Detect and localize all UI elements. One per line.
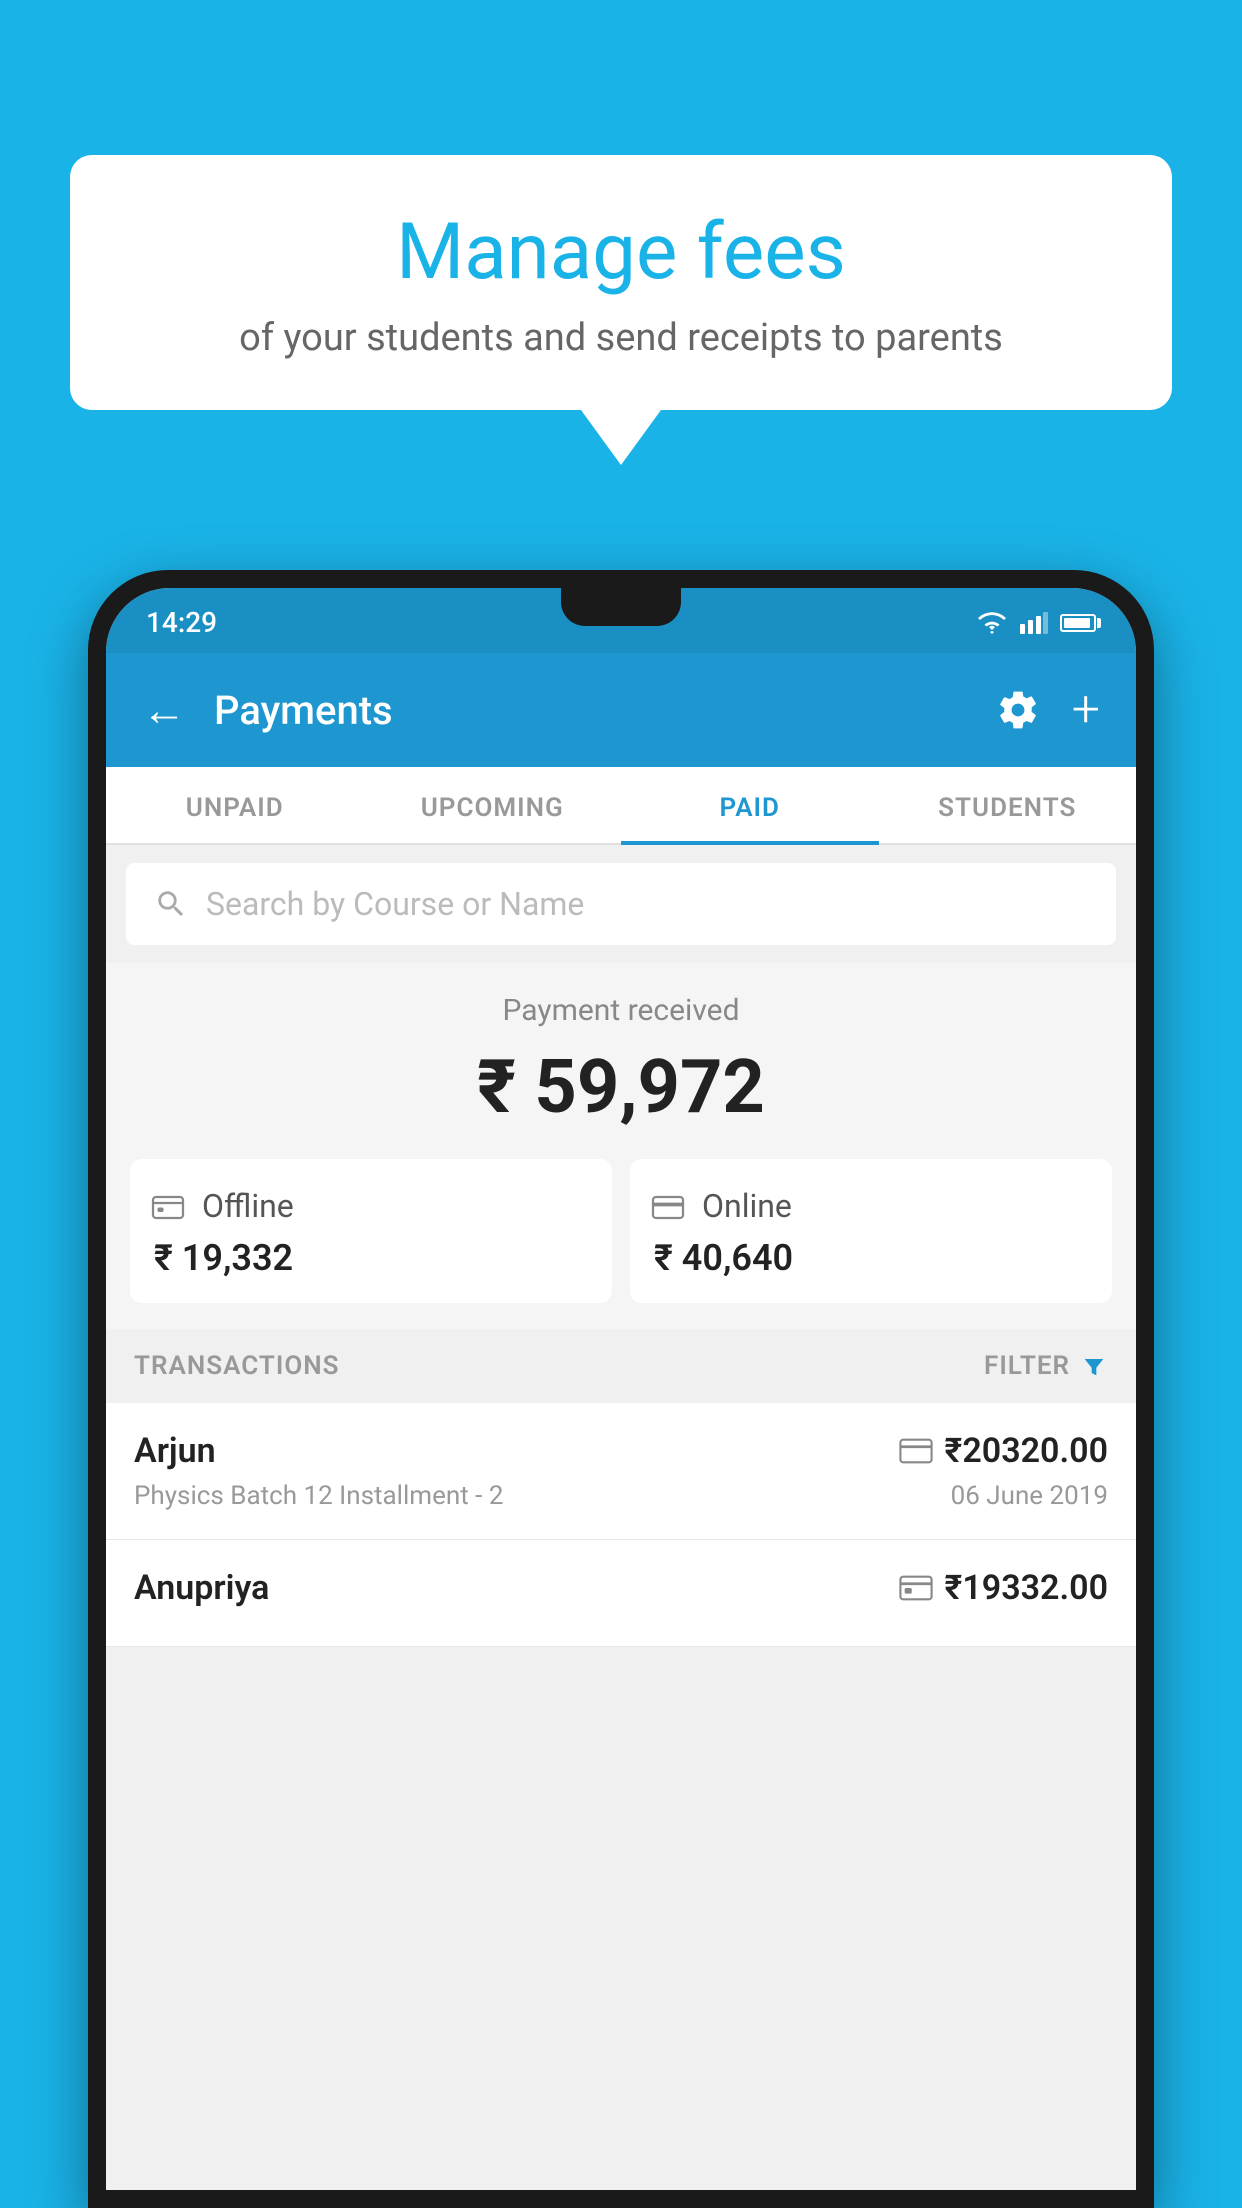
transactions-header: TRANSACTIONS FILTER (106, 1329, 1136, 1403)
tab-students[interactable]: STUDENTS (879, 767, 1137, 843)
transaction-row2: Physics Batch 12 Installment - 2 06 June… (134, 1481, 1108, 1511)
back-button[interactable]: ← (142, 684, 186, 736)
search-placeholder: Search by Course or Name (206, 885, 584, 923)
offline-payment-icon (899, 1575, 933, 1601)
tab-upcoming[interactable]: UPCOMING (364, 767, 622, 843)
add-button[interactable]: + (1072, 681, 1100, 739)
wifi-icon (976, 612, 1008, 634)
battery-icon (1060, 614, 1096, 632)
transaction-date-arjun: 06 June 2019 (951, 1481, 1108, 1511)
status-icons (976, 612, 1096, 634)
tabs-bar: UNPAID UPCOMING PAID STUDENTS (106, 767, 1136, 845)
transaction-amount-anupriya: ₹19332.00 (945, 1568, 1108, 1608)
speech-bubble-card: Manage fees of your students and send re… (70, 155, 1172, 410)
bubble-title: Manage fees (130, 210, 1112, 296)
search-icon (154, 887, 188, 921)
offline-amount: ₹ 19,332 (150, 1237, 592, 1279)
online-card: Online ₹ 40,640 (630, 1159, 1112, 1303)
transaction-name-arjun: Arjun (134, 1431, 216, 1471)
offline-card-header: Offline (150, 1187, 592, 1225)
filter-label: FILTER (984, 1351, 1070, 1381)
transaction-item: Arjun ₹20320.00 Physics Batch 12 Install… (106, 1403, 1136, 1540)
signal-icon (1020, 612, 1048, 634)
offline-label: Offline (202, 1187, 294, 1225)
status-time: 14:29 (146, 606, 217, 639)
header-icons: + (996, 681, 1100, 739)
transaction-amount-wrapper-2: ₹19332.00 (899, 1568, 1108, 1608)
tab-unpaid[interactable]: UNPAID (106, 767, 364, 843)
content-area: Search by Course or Name Payment receive… (106, 845, 1136, 2190)
transaction-row1: Anupriya ₹19332.00 (134, 1568, 1108, 1608)
online-amount: ₹ 40,640 (650, 1237, 1092, 1279)
payment-received-label: Payment received (126, 993, 1116, 1028)
payment-total: ₹ 59,972 (126, 1044, 1116, 1131)
phone-screen: 14:29 ← Payments (106, 588, 1136, 2190)
payment-summary: Payment received ₹ 59,972 Offline (106, 963, 1136, 1329)
online-payment-icon (899, 1438, 933, 1464)
transaction-amount-wrapper: ₹20320.00 (899, 1431, 1108, 1471)
header-title: Payments (214, 687, 996, 734)
transaction-item: Anupriya ₹19332.00 (106, 1540, 1136, 1647)
transaction-row1: Arjun ₹20320.00 (134, 1431, 1108, 1471)
bubble-subtitle: of your students and send receipts to pa… (130, 316, 1112, 360)
online-label: Online (702, 1187, 792, 1225)
online-card-header: Online (650, 1187, 1092, 1225)
app-header: ← Payments + (106, 653, 1136, 767)
filter-button[interactable]: FILTER (984, 1351, 1108, 1381)
phone-frame: 14:29 ← Payments (88, 570, 1154, 2208)
filter-icon (1080, 1352, 1108, 1380)
transaction-desc-arjun: Physics Batch 12 Installment - 2 (134, 1481, 503, 1511)
transaction-name-anupriya: Anupriya (134, 1568, 269, 1608)
bubble-arrow (581, 410, 661, 465)
phone-notch (561, 588, 681, 626)
speech-bubble-section: Manage fees of your students and send re… (70, 155, 1172, 465)
offline-card: Offline ₹ 19,332 (130, 1159, 612, 1303)
payment-cards: Offline ₹ 19,332 Online ₹ (130, 1159, 1112, 1303)
tab-paid[interactable]: PAID (621, 767, 879, 843)
search-bar[interactable]: Search by Course or Name (126, 863, 1116, 945)
transactions-label: TRANSACTIONS (134, 1351, 340, 1381)
offline-icon (150, 1188, 186, 1224)
transaction-amount-arjun: ₹20320.00 (945, 1431, 1108, 1471)
online-icon (650, 1188, 686, 1224)
settings-icon[interactable] (996, 688, 1040, 732)
